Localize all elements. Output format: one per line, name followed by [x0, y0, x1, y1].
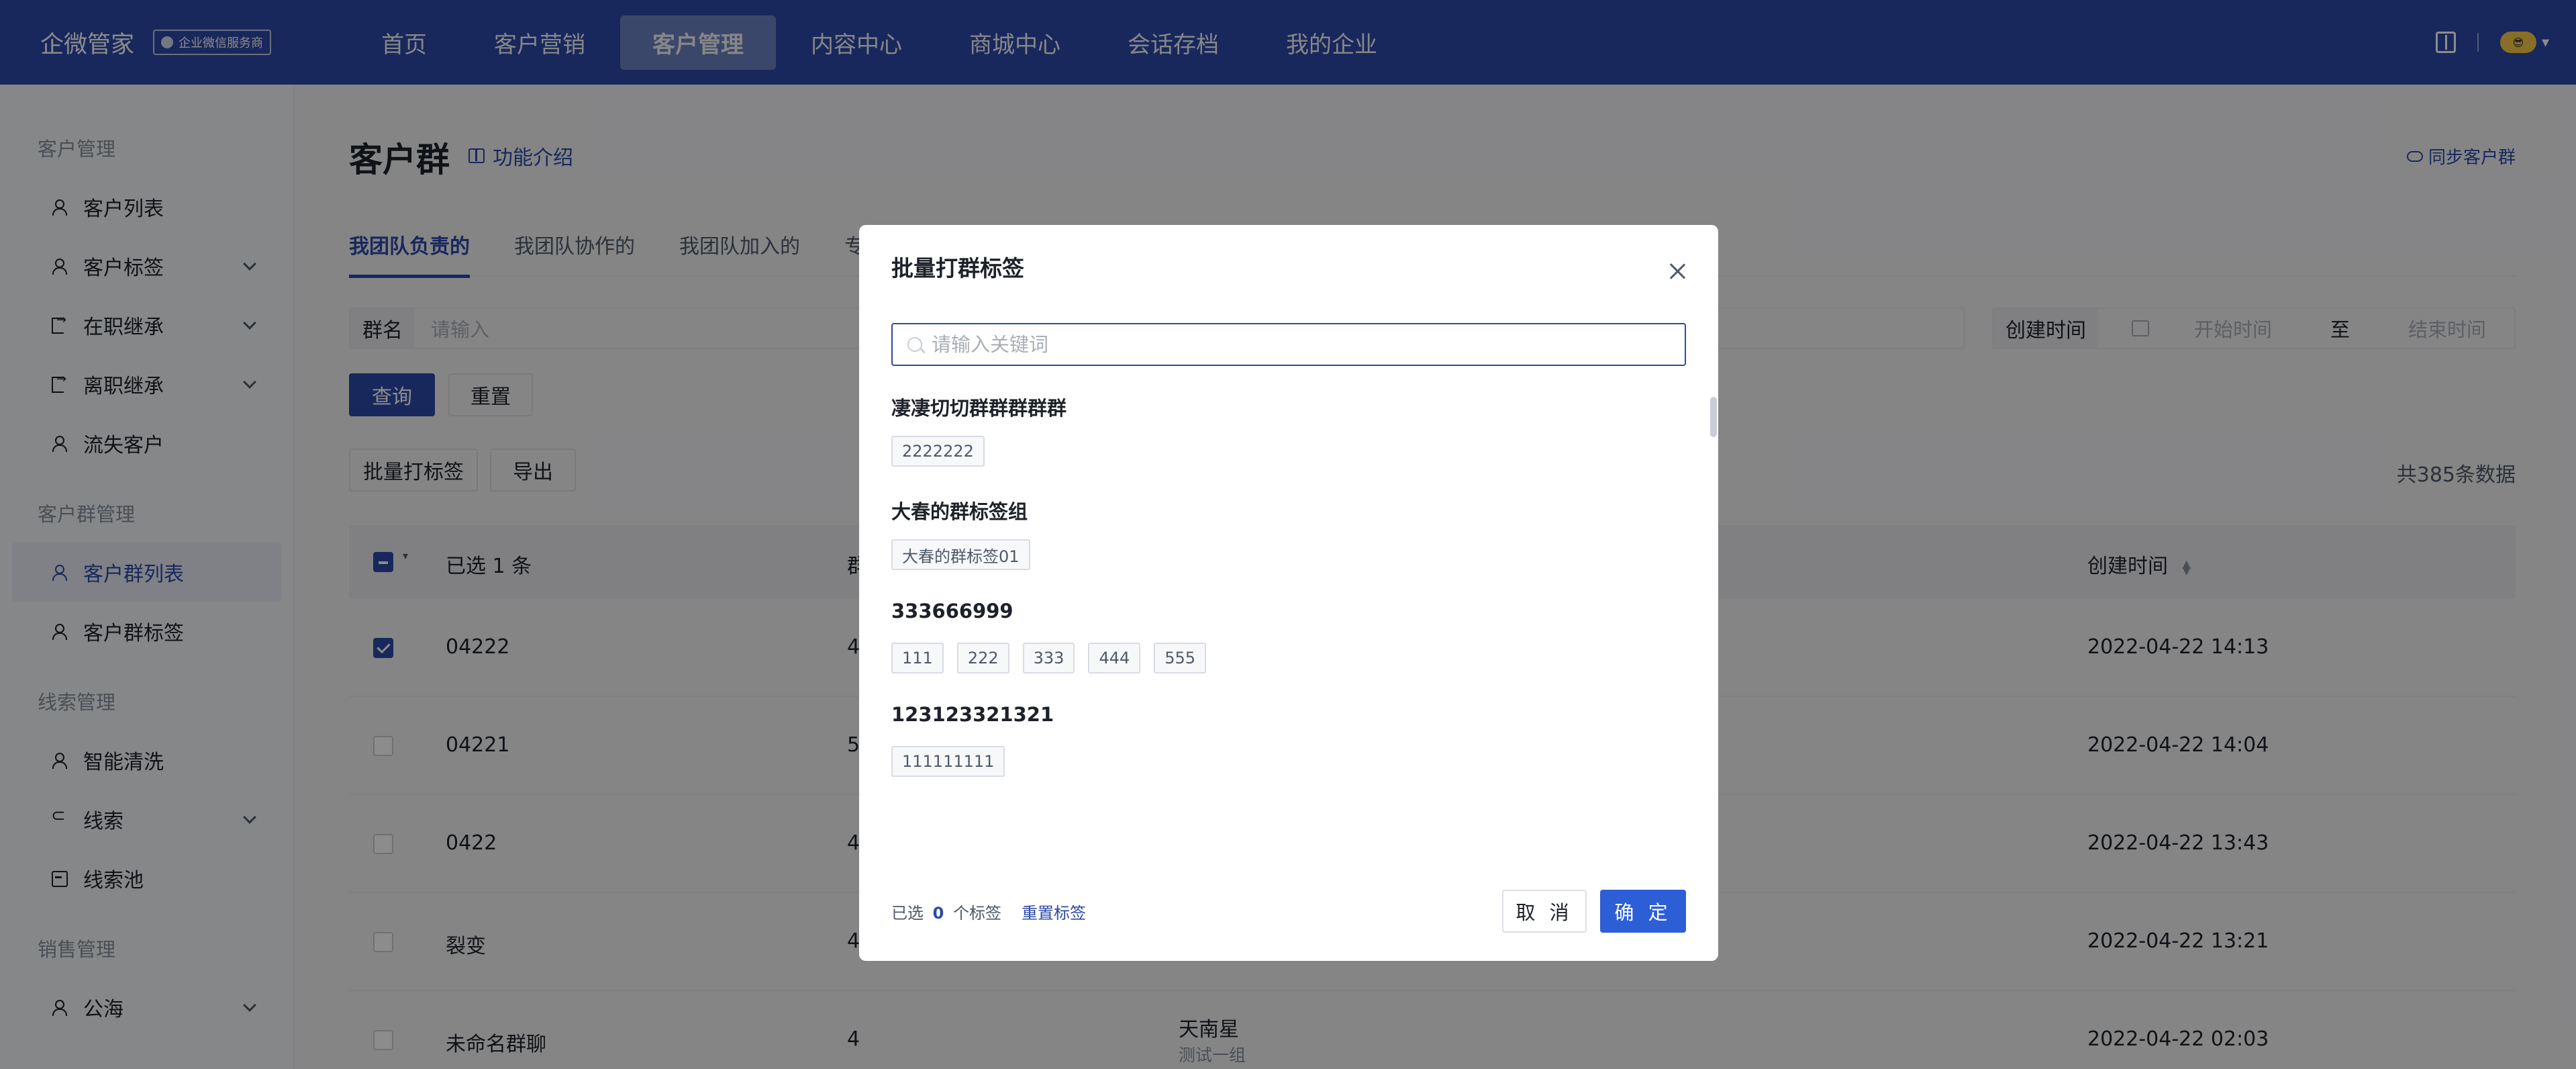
selected-tags-summary: 已选 0 个标签 [891, 900, 1001, 923]
tag-group: 大春的群标签组 大春的群标签01 [891, 496, 1686, 570]
modal-footer: 已选 0 个标签 重置标签 取 消 确 定 [891, 890, 1686, 933]
tag-groups-list[interactable]: 凄凄切切群群群群群 2222222 大春的群标签组 大春的群标签01 33366… [891, 393, 1686, 836]
tag-chip[interactable]: 111111111 [891, 746, 1005, 777]
modal-title: 批量打群标签 [891, 255, 1024, 281]
cancel-button[interactable]: 取 消 [1502, 890, 1587, 933]
close-icon[interactable] [1669, 263, 1686, 280]
tag-group-name: 大春的群标签组 [891, 500, 1028, 523]
batch-group-tag-modal: 批量打群标签 凄凄切切群群群群群 2222222 大春的群标签组 大春的群标签0… [859, 225, 1718, 961]
tag-group: 123123321321 111111111 [891, 703, 1686, 777]
selected-suffix: 个标签 [952, 903, 1001, 923]
tag-chip[interactable]: 333 [1022, 643, 1075, 673]
tag-list: 2222222 [891, 436, 1686, 467]
selected-tags-count: 0 [932, 903, 944, 923]
reset-tags-link[interactable]: 重置标签 [1022, 900, 1086, 923]
tag-group-name: 凄凄切切群群群群群 [891, 397, 1067, 420]
tag-search-box[interactable] [891, 323, 1686, 366]
tag-search-input[interactable] [932, 333, 1670, 356]
tag-group-name: 123123321321 [891, 703, 1054, 726]
tag-list: 111 222 333 444 555 [891, 643, 1686, 673]
modal-actions: 取 消 确 定 [1502, 890, 1686, 933]
tag-chip[interactable]: 111 [891, 643, 944, 673]
modal-scrollbar[interactable] [1710, 397, 1717, 437]
tag-chip[interactable]: 大春的群标签01 [891, 539, 1030, 570]
confirm-button[interactable]: 确 定 [1600, 890, 1686, 933]
tag-group: 凄凄切切群群群群群 2222222 [891, 393, 1686, 467]
tag-chip[interactable]: 444 [1088, 643, 1141, 673]
search-icon [907, 337, 922, 352]
tag-group: 333666999 111 222 333 444 555 [891, 600, 1686, 673]
tag-list: 大春的群标签01 [891, 539, 1686, 570]
selected-prefix: 已选 [891, 903, 924, 923]
tag-list: 111111111 [891, 746, 1686, 777]
tag-chip[interactable]: 555 [1154, 643, 1207, 673]
tag-chip[interactable]: 2222222 [891, 436, 985, 467]
tag-chip[interactable]: 222 [956, 643, 1009, 673]
tag-group-name: 333666999 [891, 600, 1013, 622]
